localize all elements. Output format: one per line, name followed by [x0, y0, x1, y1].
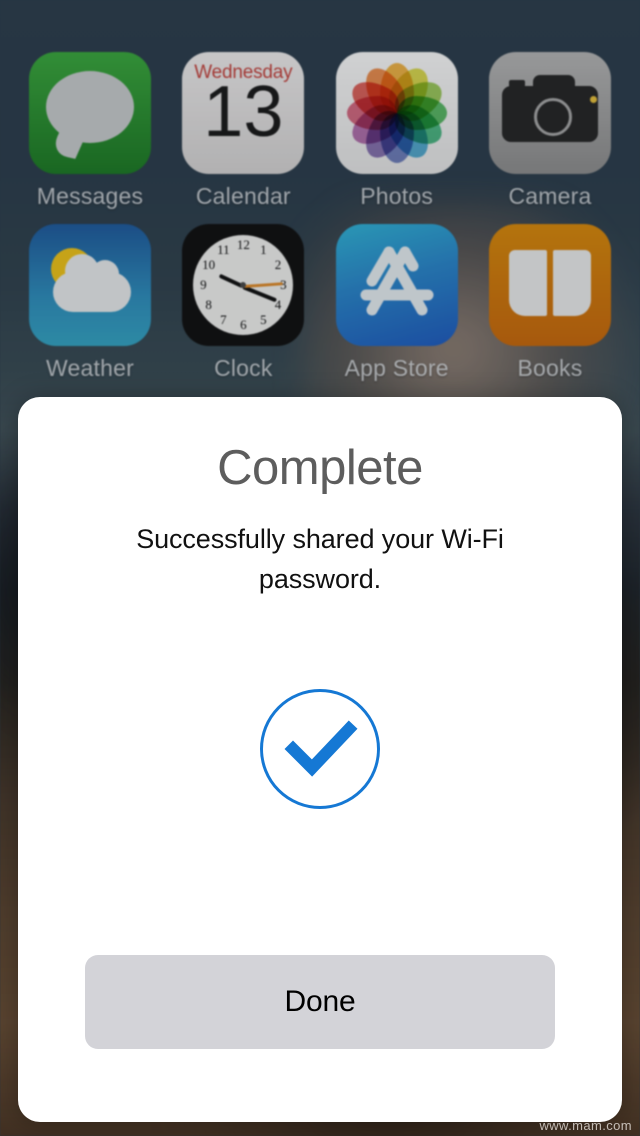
- check-mark-glyph: [284, 720, 358, 777]
- done-button[interactable]: Done: [85, 955, 555, 1049]
- watermark: www.mam.com: [539, 1118, 632, 1133]
- phone-screen: Messages Wednesday 13 Calendar Photos Ca…: [0, 0, 640, 1136]
- checkmark-circle-icon: [260, 688, 380, 809]
- dialog-title: Complete: [217, 441, 423, 495]
- dialog-message: Successfully shared your Wi-Fi password.: [136, 524, 504, 594]
- share-complete-dialog: Complete Successfully shared your Wi-Fi …: [18, 397, 622, 1122]
